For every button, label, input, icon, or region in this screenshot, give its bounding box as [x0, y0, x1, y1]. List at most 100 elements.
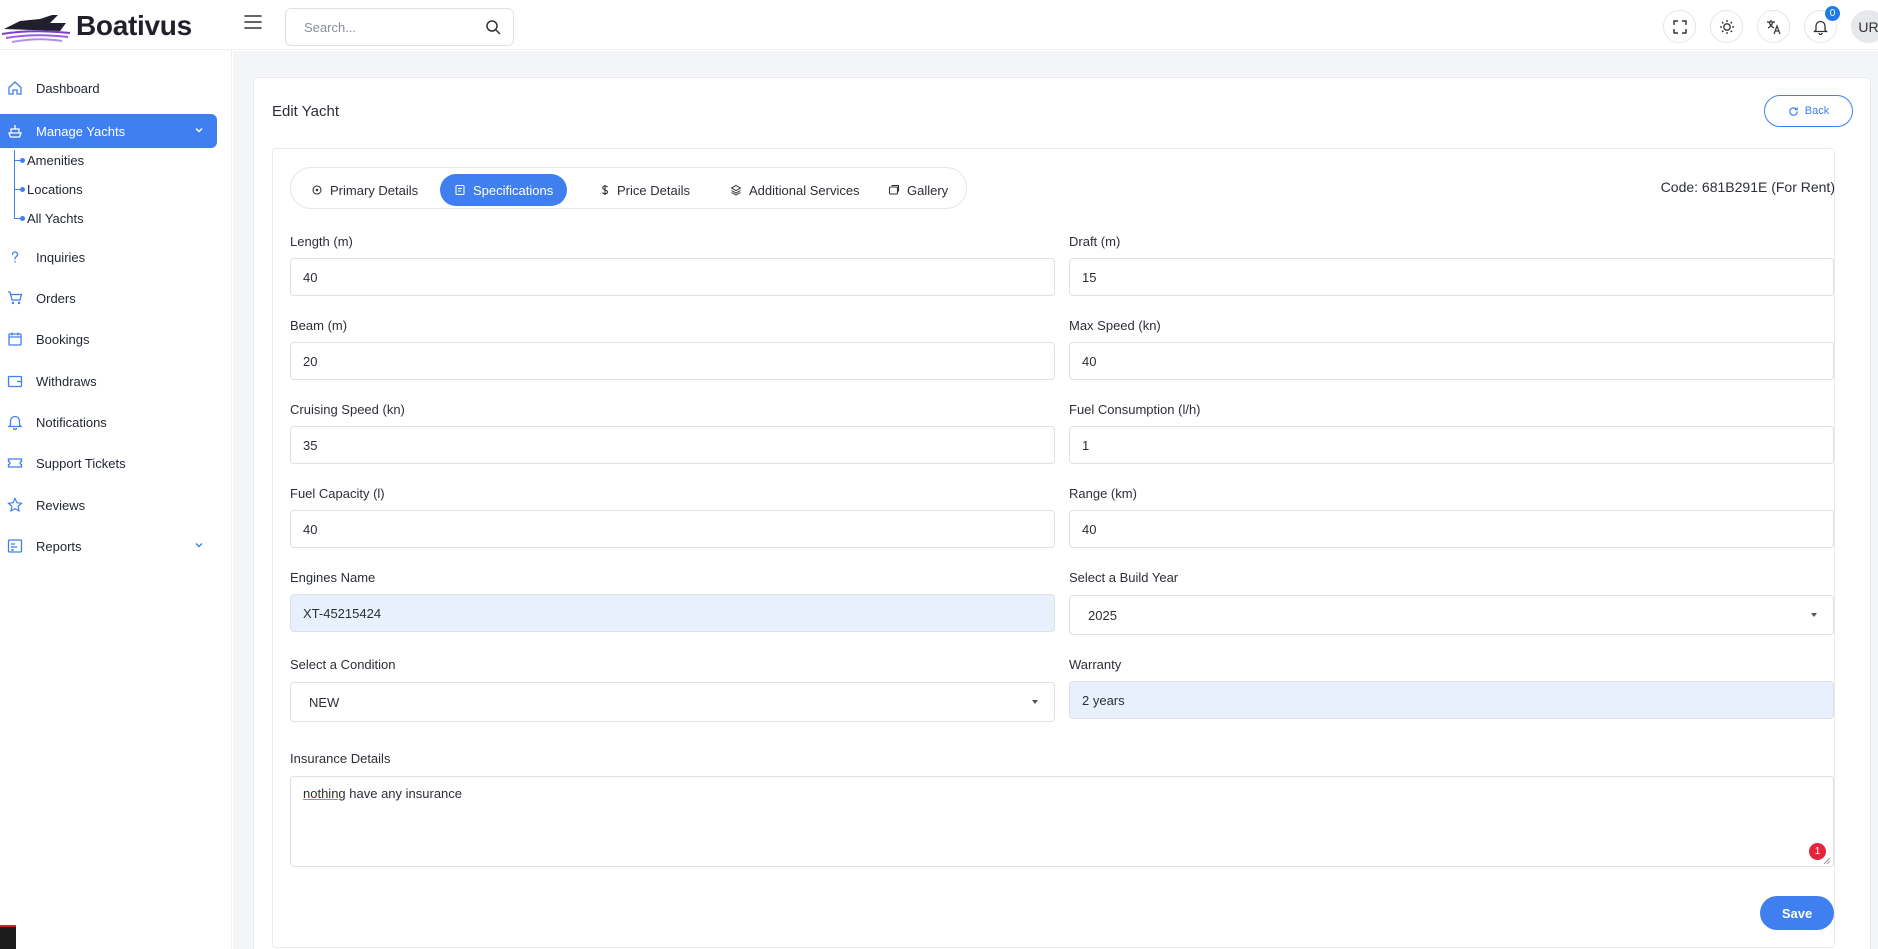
cart-icon: [6, 289, 24, 307]
yacht-logo-icon: [1, 15, 71, 43]
refresh-icon: [1789, 106, 1798, 116]
condition-label: Select a Condition: [290, 657, 396, 672]
page-title: Edit Yacht: [272, 103, 339, 120]
engines-name-label: Engines Name: [290, 570, 376, 585]
draft-field[interactable]: 15: [1069, 258, 1834, 296]
sidebar-item-support-tickets[interactable]: Support Tickets: [0, 446, 217, 480]
wallet-icon: [6, 372, 24, 390]
report-icon: [6, 537, 24, 555]
tab-additional-services[interactable]: Additional Services: [716, 174, 874, 206]
sidebar-subitem-locations[interactable]: Locations: [27, 182, 83, 197]
sidebar-subitem-amenities[interactable]: Amenities: [27, 153, 84, 168]
max-speed-label: Max Speed (kn): [1069, 318, 1161, 333]
condition-select[interactable]: NEW: [290, 682, 1055, 722]
max-speed-field[interactable]: 40: [1069, 342, 1834, 380]
layers-icon: [730, 184, 742, 196]
home-icon: [6, 79, 24, 97]
chevron-down-icon: [193, 539, 205, 554]
tab-label: Primary Details: [330, 182, 419, 198]
draft-label: Draft (m): [1069, 234, 1121, 249]
avatar[interactable]: UR: [1851, 10, 1878, 43]
sidebar-item-bookings[interactable]: Bookings: [0, 322, 217, 356]
sidebar-item-inquiries[interactable]: Inquiries: [0, 240, 217, 274]
tab-gallery[interactable]: Gallery: [874, 174, 962, 206]
sidebar-item-label: Orders: [36, 290, 76, 306]
fuel-capacity-field[interactable]: 40: [290, 510, 1055, 548]
translate-icon: [1766, 19, 1781, 34]
engines-name-field[interactable]: XT-45215424: [290, 594, 1055, 632]
search-icon[interactable]: [485, 19, 501, 35]
sidebar-item-manage-yachts[interactable]: Manage Yachts: [0, 114, 217, 148]
sidebar-item-notifications[interactable]: Notifications: [0, 405, 217, 439]
debug-toolbar-icon[interactable]: [0, 925, 16, 949]
back-button[interactable]: Back: [1764, 95, 1853, 127]
chevron-down-icon: [193, 124, 205, 139]
tab-label: Additional Services: [749, 182, 860, 198]
star-icon: [6, 496, 24, 514]
dollar-icon: [600, 184, 610, 196]
brand-logo[interactable]: Boativus: [0, 6, 200, 46]
question-icon: [6, 248, 24, 266]
fuel-capacity-label: Fuel Capacity (l): [290, 486, 385, 501]
notifications-button[interactable]: 0: [1804, 6, 1840, 43]
submenu-bullet: [20, 187, 25, 192]
fullscreen-button[interactable]: [1663, 10, 1696, 43]
sidebar-item-label: Notifications: [36, 414, 107, 430]
insurance-text: have any insurance: [345, 786, 463, 801]
sidebar-item-reviews[interactable]: Reviews: [0, 488, 217, 522]
save-button[interactable]: Save: [1760, 896, 1834, 930]
theme-toggle-button[interactable]: [1710, 10, 1743, 43]
resize-handle-icon[interactable]: [1823, 857, 1831, 865]
sidebar-item-withdraws[interactable]: Withdraws: [0, 364, 217, 398]
warranty-label: Warranty: [1069, 657, 1122, 672]
beam-label: Beam (m): [290, 318, 348, 333]
menu-toggle-icon[interactable]: [243, 13, 263, 31]
length-label: Length (m): [290, 234, 353, 249]
submenu-bullet: [20, 158, 25, 163]
document-icon: [454, 184, 466, 196]
warranty-field[interactable]: 2 years: [1069, 681, 1834, 719]
build-year-label: Select a Build Year: [1069, 570, 1179, 585]
search-input[interactable]: [304, 19, 485, 35]
tab-label: Gallery: [907, 182, 949, 198]
tab-label: Price Details: [617, 182, 690, 198]
gallery-icon: [888, 184, 900, 196]
range-label: Range (km): [1069, 486, 1137, 501]
cruising-speed-field[interactable]: 35: [290, 426, 1055, 464]
build-year-select[interactable]: 2025: [1069, 595, 1834, 635]
sidebar-item-dashboard[interactable]: Dashboard: [0, 71, 217, 105]
calendar-icon: [6, 330, 24, 348]
ticket-icon: [6, 454, 24, 472]
sidebar-item-label: Withdraws: [36, 373, 97, 389]
insurance-textarea[interactable]: nothing have any insurance: [290, 776, 1834, 867]
top-header: Boativus 0 UR: [0, 0, 1878, 50]
beam-field[interactable]: 20: [290, 342, 1055, 380]
tab-specifications[interactable]: Specifications: [440, 174, 568, 206]
fuel-consumption-label: Fuel Consumption (l/h): [1069, 402, 1201, 417]
tab-price-details[interactable]: Price Details: [586, 174, 704, 206]
fullscreen-icon: [1672, 19, 1687, 34]
condition-value: NEW: [309, 694, 340, 710]
range-field[interactable]: 40: [1069, 510, 1834, 548]
sidebar-item-label: Reports: [36, 538, 82, 554]
bell-icon: [1813, 20, 1828, 35]
fuel-consumption-field[interactable]: 1: [1069, 426, 1834, 464]
sidebar-item-reports[interactable]: Reports: [0, 529, 217, 563]
build-year-value: 2025: [1088, 607, 1117, 623]
language-button[interactable]: [1757, 10, 1790, 43]
notification-count-badge: 0: [1825, 6, 1840, 21]
caret-down-icon: [1811, 613, 1817, 617]
sidebar-item-orders[interactable]: Orders: [0, 281, 217, 315]
cruising-speed-label: Cruising Speed (kn): [290, 402, 405, 417]
bell-icon: [6, 413, 24, 431]
submenu-bullet: [20, 216, 25, 221]
length-field[interactable]: 40: [290, 258, 1055, 296]
sidebar-item-label: Bookings: [36, 331, 90, 347]
caret-down-icon: [1032, 700, 1038, 704]
sidebar-subitem-all-yachts[interactable]: All Yachts: [27, 211, 84, 226]
tab-label: Specifications: [473, 182, 554, 198]
sidebar-item-label: Support Tickets: [36, 455, 126, 471]
back-button-label: Back: [1804, 105, 1830, 117]
tab-primary-details[interactable]: Primary Details: [297, 174, 432, 206]
tab-bar: Primary Details Specifications Price Det…: [290, 167, 967, 209]
